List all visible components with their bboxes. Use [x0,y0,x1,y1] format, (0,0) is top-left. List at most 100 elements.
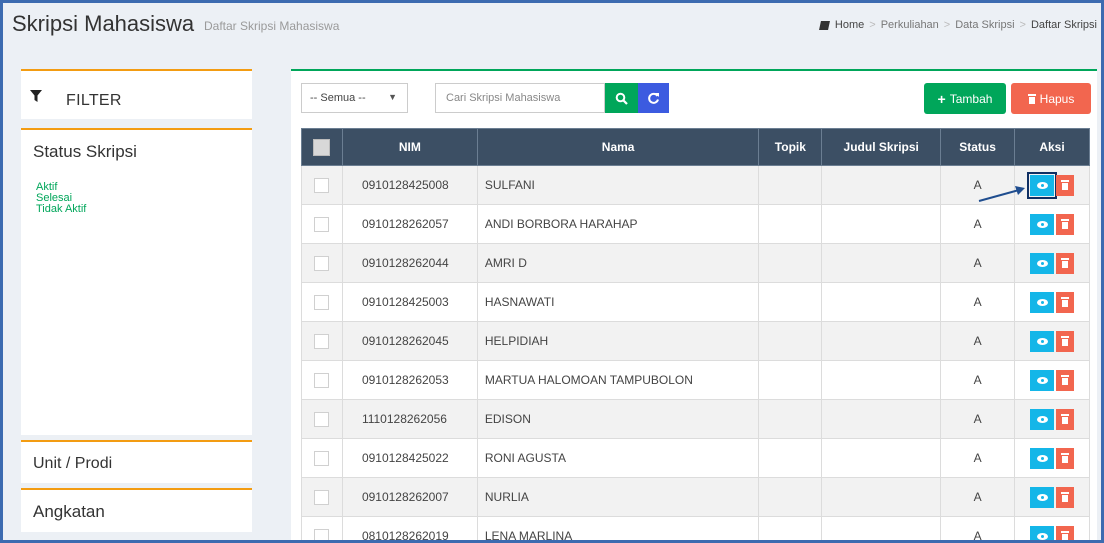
status-skripsi-panel: Status Skripsi Aktif Selesai Tidak Aktif [21,128,252,435]
header-nim[interactable]: NIM [341,128,478,166]
row-checkbox[interactable] [314,294,330,310]
header-topik[interactable]: Topik [758,128,823,166]
view-button[interactable] [1030,213,1055,235]
cell-topik [758,321,823,361]
view-button[interactable] [1030,408,1055,430]
angkatan-panel[interactable]: Angkatan [21,488,252,532]
cell-status: A [940,321,1016,361]
row-checkbox[interactable] [314,216,330,232]
view-button[interactable] [1030,291,1055,313]
cell-nama: RONI AGUSTA [476,438,760,478]
delete-button[interactable] [1056,291,1075,313]
cell-status: A [940,516,1016,540]
trash-icon [1061,258,1070,268]
trash-icon [1061,531,1070,540]
status-skripsi-title[interactable]: Status Skripsi [33,142,137,162]
trash-icon [1061,492,1070,502]
row-checkbox[interactable] [314,528,330,540]
view-button[interactable] [1030,330,1055,352]
delete-button[interactable] [1056,330,1075,352]
caret-down-icon: ▼ [388,92,397,102]
select-all-checkbox[interactable] [313,138,331,156]
row-checkbox[interactable] [314,489,330,505]
delete-button[interactable] [1056,525,1075,540]
cell-nim: 0910128262007 [341,477,478,517]
cell-aksi [1014,243,1090,283]
row-checkbox-cell [301,243,343,283]
delete-button[interactable] [1056,213,1075,235]
row-checkbox[interactable] [314,450,330,466]
cell-nim: 0910128262053 [341,360,478,400]
header-nama[interactable]: Nama [476,128,760,166]
filter-panel: FILTER [21,69,252,119]
row-checkbox[interactable] [314,372,330,388]
breadcrumb-data-skripsi[interactable]: Data Skripsi [955,19,1014,31]
eye-icon [1036,493,1048,501]
search-button[interactable] [605,83,638,113]
delete-button[interactable] [1056,447,1075,469]
cell-nama: HELPIDIAH [476,321,760,361]
delete-button[interactable] [1056,252,1075,274]
table-row: 0910128425008 SULFANI A [301,165,1090,205]
status-item-tidak-aktif[interactable]: Tidak Aktif [36,204,86,215]
cell-judul-skripsi [821,477,942,517]
status-select[interactable]: -- Semua -- ▼ [301,83,408,113]
search-input[interactable]: Cari Skripsi Mahasiswa [435,83,605,113]
trash-icon [1061,414,1070,424]
row-checkbox-cell [301,282,343,322]
row-checkbox[interactable] [314,177,330,193]
pointer-arrow-icon [978,186,1025,202]
content-header: Skripsi Mahasiswa Daftar Skripsi Mahasis… [3,3,1101,49]
refresh-button[interactable] [638,83,669,113]
view-button[interactable] [1030,525,1055,540]
table-row: 0910128262044 AMRI D A [301,243,1090,283]
cell-nim: 1110128262056 [341,399,478,439]
eye-icon [1036,532,1048,540]
breadcrumb-home[interactable]: Home [835,19,864,31]
row-checkbox[interactable] [314,255,330,271]
cell-aksi [1014,282,1090,322]
view-button[interactable] [1027,171,1058,199]
tambah-button[interactable]: + Tambah [924,83,1006,114]
main-panel: -- Semua -- ▼ Cari Skripsi Mahasiswa + T… [291,69,1097,540]
view-button[interactable] [1030,369,1055,391]
cell-topik [758,399,823,439]
unit-prodi-panel[interactable]: Unit / Prodi [21,440,252,483]
cell-judul-skripsi [821,204,942,244]
row-checkbox[interactable] [314,333,330,349]
row-checkbox-cell [301,165,343,205]
delete-button[interactable] [1056,174,1075,196]
row-checkbox-cell [301,321,343,361]
cell-nama: AMRI D [476,243,760,283]
book-icon [819,21,830,30]
view-button[interactable] [1030,486,1055,508]
cell-nim: 0910128425022 [341,438,478,478]
cell-nama: SULFANI [476,165,760,205]
unit-prodi-title[interactable]: Unit / Prodi [33,455,112,473]
header-judul-skripsi[interactable]: Judul Skripsi [821,128,942,166]
delete-button[interactable] [1056,486,1075,508]
breadcrumb-perkuliahan[interactable]: Perkuliahan [881,19,939,31]
cell-status: A [940,477,1016,517]
cell-judul-skripsi [821,516,942,540]
cell-topik [758,282,823,322]
skripsi-table: NIM Nama Topik Judul Skripsi Status Aksi… [301,128,1090,540]
cell-aksi [1014,321,1090,361]
delete-button[interactable] [1056,408,1075,430]
row-checkbox[interactable] [314,411,330,427]
row-checkbox-cell [301,477,343,517]
delete-button[interactable] [1056,369,1075,391]
header-aksi: Aksi [1014,128,1090,166]
filter-label: FILTER [66,92,122,109]
view-button[interactable] [1030,252,1055,274]
cell-status: A [940,243,1016,283]
hapus-button[interactable]: Hapus [1011,83,1091,114]
table-row: 0910128262057 ANDI BORBORA HARAHAP A [301,204,1090,244]
row-checkbox-cell [301,516,343,540]
angkatan-title[interactable]: Angkatan [33,502,105,522]
view-button[interactable] [1030,447,1055,469]
tambah-label: Tambah [949,91,993,106]
plus-icon: + [937,90,946,107]
header-status[interactable]: Status [940,128,1016,166]
cell-nama: HASNAWATI [476,282,760,322]
